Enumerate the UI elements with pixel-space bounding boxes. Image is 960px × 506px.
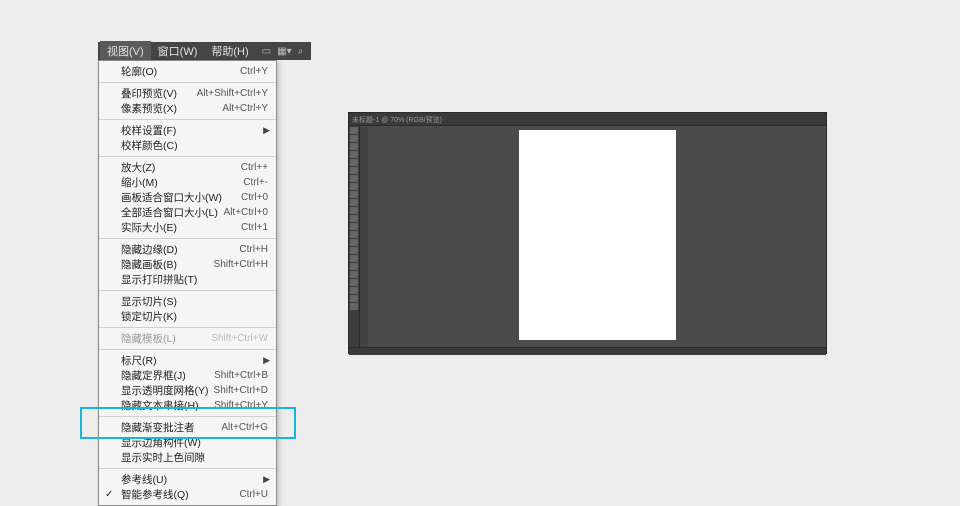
menu-item-label: 隐藏渐变批注者 [121, 420, 221, 435]
menu-item[interactable]: 显示切片(S) [99, 294, 276, 309]
menu-item[interactable]: 隐藏渐变批注者Alt+Ctrl+G [99, 420, 276, 435]
menu-item-label: 实际大小(E) [121, 220, 241, 235]
menu-shortcut: Ctrl+1 [241, 222, 268, 233]
menu-item-label: 校样设置(F) [121, 123, 268, 138]
search-icon[interactable]: ⌕ [298, 46, 304, 57]
menu-view[interactable]: 视图(V) [100, 41, 151, 61]
menu-item[interactable]: 锁定切片(K) [99, 309, 276, 324]
menu-shortcut: Shift+Ctrl+B [214, 370, 268, 381]
submenu-arrow-icon: ▶ [263, 355, 270, 366]
menu-item-label: 锁定切片(K) [121, 309, 268, 324]
menu-item-label: 显示透明度网格(Y) [121, 383, 214, 398]
artboard[interactable] [519, 130, 676, 340]
menu-item-label: 叠印预览(V) [121, 86, 197, 101]
menubar-tools: ▭ ▦▾ ⌕ [256, 46, 310, 57]
status-bar [349, 347, 826, 355]
menu-help[interactable]: 帮助(H) [204, 41, 255, 61]
menu-shortcut: Alt+Ctrl+Y [222, 103, 268, 114]
menu-item[interactable]: 全部适合窗口大小(L)Alt+Ctrl+0 [99, 205, 276, 220]
submenu-arrow-icon: ▶ [263, 474, 270, 485]
menu-shortcut: Ctrl+H [239, 244, 268, 255]
menu-item[interactable]: 轮廓(O)Ctrl+Y [99, 64, 276, 79]
menu-shortcut: Ctrl++ [241, 162, 268, 173]
menu-item[interactable]: 放大(Z)Ctrl++ [99, 160, 276, 175]
menu-item-label: 隐藏画板(B) [121, 257, 214, 272]
menu-item[interactable]: 隐藏定界框(J)Shift+Ctrl+B [99, 368, 276, 383]
menu-item[interactable]: 画板适合窗口大小(W)Ctrl+0 [99, 190, 276, 205]
menu-item[interactable]: 显示透明度网格(Y)Shift+Ctrl+D [99, 383, 276, 398]
document-titlebar: 未标题-1 @ 70% (RGB/预览) [349, 113, 826, 126]
menu-item[interactable]: 缩小(M)Ctrl+- [99, 175, 276, 190]
menu-item-label: 显示实时上色间隙 [121, 450, 268, 465]
menu-item[interactable]: 标尺(R)▶ [99, 353, 276, 368]
menu-item[interactable]: 隐藏画板(B)Shift+Ctrl+H [99, 257, 276, 272]
menu-item[interactable]: 实际大小(E)Ctrl+1 [99, 220, 276, 235]
check-icon: ✓ [105, 489, 113, 500]
menu-shortcut: Alt+Shift+Ctrl+Y [197, 88, 268, 99]
menu-shortcut: Alt+Ctrl+G [221, 422, 268, 433]
menu-item[interactable]: 校样设置(F)▶ [99, 123, 276, 138]
menu-item[interactable]: 隐藏文本串接(H)Shift+Ctrl+Y [99, 398, 276, 413]
menu-item[interactable]: 校样颜色(C) [99, 138, 276, 153]
arrange-icon[interactable]: ▦▾ [277, 46, 291, 57]
menu-item-label: 隐藏模板(L) [121, 331, 211, 346]
view-menu-dropdown: 轮廓(O)Ctrl+Y叠印预览(V)Alt+Shift+Ctrl+Y像素预览(X… [98, 60, 277, 506]
menu-item-label: 放大(Z) [121, 160, 241, 175]
menu-shortcut: Ctrl+U [239, 489, 268, 500]
menu-item-label: 显示打印拼贴(T) [121, 272, 268, 287]
menu-shortcut: Ctrl+- [243, 177, 268, 188]
menu-item-label: 参考线(U) [121, 472, 268, 487]
submenu-arrow-icon: ▶ [263, 125, 270, 136]
menu-item-label: 画板适合窗口大小(W) [121, 190, 241, 205]
left-dock [359, 126, 368, 347]
menu-item[interactable]: 叠印预览(V)Alt+Shift+Ctrl+Y [99, 86, 276, 101]
menu-shortcut: Ctrl+0 [241, 192, 268, 203]
menu-item: 隐藏模板(L)Shift+Ctrl+W [99, 331, 276, 346]
menu-item[interactable]: 参考线(U)▶ [99, 472, 276, 487]
menu-item-label: 显示切片(S) [121, 294, 268, 309]
menu-item-label: 隐藏定界框(J) [121, 368, 214, 383]
menu-item-label: 隐藏边缘(D) [121, 242, 239, 257]
menu-item-label: 隐藏文本串接(H) [121, 398, 214, 413]
menu-item[interactable]: 显示打印拼贴(T) [99, 272, 276, 287]
menu-item-label: 校样颜色(C) [121, 138, 268, 153]
menu-item-label: 显示边角构件(W) [121, 435, 268, 450]
menu-shortcut: Ctrl+Y [240, 66, 268, 77]
canvas-area[interactable] [368, 126, 826, 347]
menu-item[interactable]: 显示实时上色间隙 [99, 450, 276, 465]
illustrator-window: 未标题-1 @ 70% (RGB/预览) [348, 112, 827, 354]
layout-icon[interactable]: ▭ [262, 46, 271, 57]
menu-window[interactable]: 窗口(W) [151, 41, 205, 61]
menu-item-label: 像素预览(X) [121, 101, 222, 116]
menu-shortcut: Shift+Ctrl+W [211, 333, 268, 344]
menu-item[interactable]: 像素预览(X)Alt+Ctrl+Y [99, 101, 276, 116]
menu-item-label: 全部适合窗口大小(L) [121, 205, 224, 220]
menu-shortcut: Shift+Ctrl+H [214, 259, 268, 270]
menu-item-label: 轮廓(O) [121, 64, 240, 79]
menu-shortcut: Shift+Ctrl+D [214, 385, 268, 396]
menu-shortcut: Alt+Ctrl+0 [224, 207, 268, 218]
menu-item-label: 缩小(M) [121, 175, 243, 190]
tools-panel[interactable] [349, 126, 359, 347]
menubar: 视图(V) 窗口(W) 帮助(H) ▭ ▦▾ ⌕ [98, 42, 311, 60]
menu-shortcut: Shift+Ctrl+Y [214, 400, 268, 411]
menu-item[interactable]: 隐藏边缘(D)Ctrl+H [99, 242, 276, 257]
menu-item-label: 标尺(R) [121, 353, 268, 368]
menu-item[interactable]: 显示边角构件(W) [99, 435, 276, 450]
